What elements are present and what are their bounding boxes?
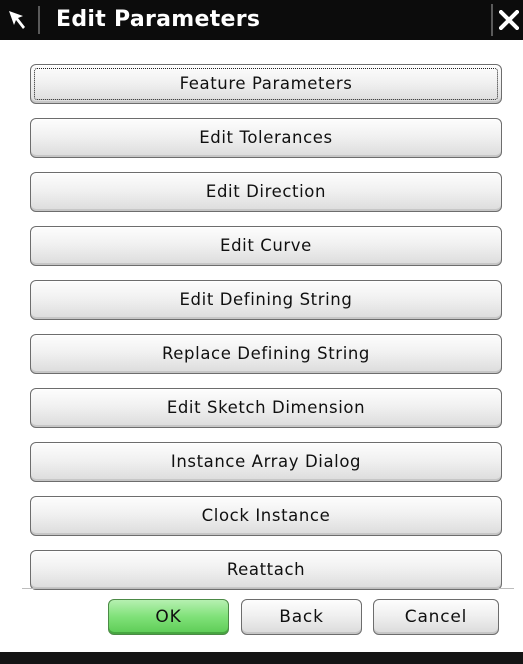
edit-sketch-dimension-button[interactable]: Edit Sketch Dimension [30,388,502,428]
cancel-button[interactable]: Cancel [373,599,499,635]
ok-button[interactable]: OK [108,599,229,635]
edit-direction-button[interactable]: Edit Direction [30,172,502,212]
edit-tolerances-button[interactable]: Edit Tolerances [30,118,502,158]
footer-divider [22,588,514,589]
edit-curve-button[interactable]: Edit Curve [30,226,502,266]
feature-parameters-button[interactable]: Feature Parameters [30,64,502,104]
parameter-button-list: Feature Parameters Edit Tolerances Edit … [30,64,506,604]
clock-instance-button[interactable]: Clock Instance [30,496,502,536]
select-pointer-icon [6,8,30,32]
back-button[interactable]: Back [241,599,362,635]
replace-defining-string-button[interactable]: Replace Defining String [30,334,502,374]
title-separator [38,6,40,34]
close-icon [499,10,519,30]
edit-defining-string-button[interactable]: Edit Defining String [30,280,502,320]
reattach-button[interactable]: Reattach [30,550,502,590]
dialog-title: Edit Parameters [56,7,261,32]
close-button[interactable] [491,4,523,36]
bottom-edge-bar [0,652,523,664]
instance-array-dialog-button[interactable]: Instance Array Dialog [30,442,502,482]
edit-parameters-dialog: Edit Parameters Feature Parameters Edit … [0,0,523,664]
title-bar[interactable]: Edit Parameters [0,0,523,40]
